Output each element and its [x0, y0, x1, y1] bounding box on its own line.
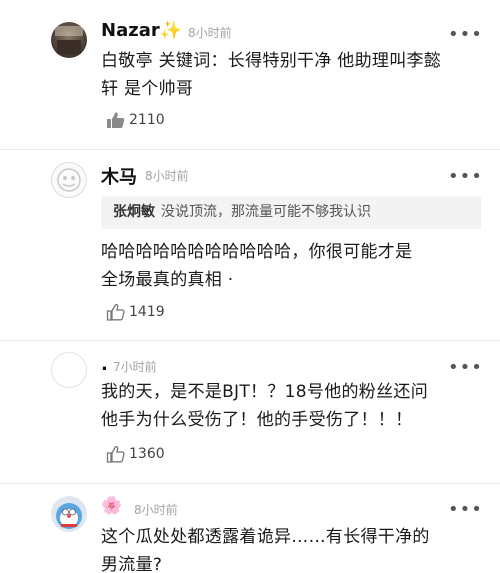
username[interactable]: 木马 — [101, 163, 137, 189]
like-count: 1360 — [129, 446, 165, 462]
divider — [0, 483, 500, 484]
avatar[interactable] — [51, 22, 87, 58]
comment-text: 我的天，是不是BJT！？18号他的粉丝还问 他手为什么受伤了！他的手受伤了！！！ — [101, 382, 428, 430]
divider — [0, 340, 500, 341]
quoted-username: 张炯敏 — [113, 204, 155, 220]
like-count: 2110 — [129, 112, 165, 128]
avatar[interactable] — [51, 352, 87, 388]
divider — [0, 149, 500, 150]
like-count: 1419 — [129, 304, 165, 320]
thumb-up-icon — [106, 303, 125, 321]
comment-feed: Nazar✨ 8小时前 ••• 白敬亭 关键词：长得特别干净 他助理叫李懿 轩 … — [0, 0, 500, 573]
username[interactable]: Nazar✨ — [101, 20, 182, 41]
quoted-reply[interactable]: 张炯敏 没说顶流，那流量可能不够我认识 — [101, 196, 481, 229]
more-dots-icon[interactable]: ••• — [448, 501, 483, 519]
more-dots-icon[interactable]: ••• — [448, 26, 483, 44]
comment-text: 白敬亭 关键词：长得特别干净 他助理叫李懿 轩 是个帅哥 — [101, 51, 442, 99]
like-button[interactable]: 2110 — [106, 111, 165, 129]
avatar[interactable] — [51, 162, 87, 198]
thumb-up-icon — [107, 112, 125, 128]
thumb-up-icon — [106, 445, 125, 463]
username[interactable]: . — [101, 354, 108, 375]
like-button[interactable]: 1360 — [106, 445, 165, 463]
timestamp: 8小时前 — [145, 169, 189, 183]
timestamp: 7小时前 — [113, 360, 157, 374]
comment-text: 这个瓜处处都透露着诡异……有长得干净的 男流量? — [101, 527, 430, 573]
timestamp: 8小时前 — [134, 503, 178, 517]
more-dots-icon[interactable]: ••• — [448, 359, 483, 377]
username[interactable]: 🌸 — [101, 496, 122, 516]
avatar[interactable] — [51, 496, 87, 532]
quoted-text: 没说顶流，那流量可能不够我认识 — [161, 204, 371, 220]
timestamp: 8小时前 — [188, 26, 232, 40]
comment-text: 哈哈哈哈哈哈哈哈哈哈哈，你很可能才是 全场最真的真相 · — [101, 242, 413, 290]
like-button[interactable]: 1419 — [106, 303, 165, 321]
more-dots-icon[interactable]: ••• — [448, 168, 483, 186]
